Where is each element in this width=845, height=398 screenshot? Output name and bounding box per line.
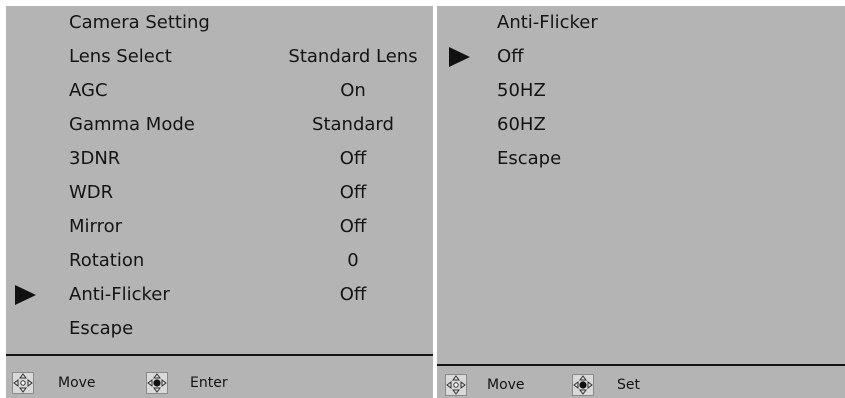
menu-item-value: Standard bbox=[312, 114, 394, 135]
menu-item-agc[interactable]: AGC On bbox=[6, 74, 433, 108]
option-label: Off bbox=[497, 46, 524, 67]
menu-item-label: Escape bbox=[69, 318, 134, 339]
submenu-title-label: Anti-Flicker bbox=[497, 12, 598, 33]
menu-item-value: Off bbox=[339, 182, 367, 203]
submenu-footer: Move Set bbox=[437, 372, 845, 398]
set-hint-label: Set bbox=[617, 377, 640, 393]
menu-item-value: Off bbox=[339, 216, 367, 237]
option-60hz[interactable]: 60HZ bbox=[437, 108, 845, 142]
joystick-press-icon bbox=[146, 372, 168, 394]
enter-hint-label: Enter bbox=[190, 375, 228, 391]
menu-item-gamma-mode[interactable]: Gamma Mode Standard bbox=[6, 108, 433, 142]
anti-flicker-menu: Anti-Flicker Off 50HZ 60HZ Escape Move S… bbox=[437, 6, 845, 398]
menu-item-label: Anti-Flicker bbox=[69, 284, 170, 305]
option-escape[interactable]: Escape bbox=[437, 142, 845, 176]
menu-item-anti-flicker[interactable]: Anti-Flicker Off bbox=[6, 278, 433, 312]
option-label: 60HZ bbox=[497, 114, 546, 135]
menu-footer: Move Enter bbox=[6, 370, 433, 396]
menu-item-mirror[interactable]: Mirror Off bbox=[6, 210, 433, 244]
menu-item-value: On bbox=[340, 80, 366, 101]
four-direction-arrows-icon bbox=[12, 372, 34, 394]
selection-pointer-icon bbox=[15, 285, 36, 305]
menu-item-label: 3DNR bbox=[69, 148, 121, 169]
menu-item-3dnr[interactable]: 3DNR Off bbox=[6, 142, 433, 176]
move-hint-label: Move bbox=[487, 377, 525, 393]
option-50hz[interactable]: 50HZ bbox=[437, 74, 845, 108]
menu-item-label: WDR bbox=[69, 182, 114, 203]
submenu-title: Anti-Flicker bbox=[437, 6, 845, 40]
menu-item-value: Off bbox=[339, 148, 367, 169]
camera-setting-menu: Camera Setting Lens Select Standard Lens… bbox=[6, 6, 433, 398]
four-direction-arrows-icon bbox=[445, 374, 467, 396]
menu-item-label: Mirror bbox=[69, 216, 123, 237]
menu-item-value: Standard Lens bbox=[288, 46, 418, 67]
menu-item-label: Lens Select bbox=[69, 46, 172, 67]
menu-item-escape[interactable]: Escape bbox=[6, 312, 433, 346]
footer-divider bbox=[437, 364, 845, 366]
menu-title-label: Camera Setting bbox=[69, 12, 210, 33]
move-hint-label: Move bbox=[58, 375, 96, 391]
menu-item-label: Gamma Mode bbox=[69, 114, 195, 135]
menu-item-value: Off bbox=[339, 284, 367, 305]
joystick-press-icon bbox=[572, 374, 594, 396]
menu-item-value: 0 bbox=[347, 250, 359, 271]
menu-title: Camera Setting bbox=[6, 6, 433, 40]
menu-item-label: AGC bbox=[69, 80, 108, 101]
option-label: 50HZ bbox=[497, 80, 546, 101]
menu-item-lens-select[interactable]: Lens Select Standard Lens bbox=[6, 40, 433, 74]
menu-item-rotation[interactable]: Rotation 0 bbox=[6, 244, 433, 278]
selection-pointer-icon bbox=[449, 47, 470, 67]
menu-item-label: Rotation bbox=[69, 250, 145, 271]
footer-divider bbox=[6, 354, 433, 356]
option-off[interactable]: Off bbox=[437, 40, 845, 74]
menu-item-wdr[interactable]: WDR Off bbox=[6, 176, 433, 210]
option-label: Escape bbox=[497, 148, 562, 169]
